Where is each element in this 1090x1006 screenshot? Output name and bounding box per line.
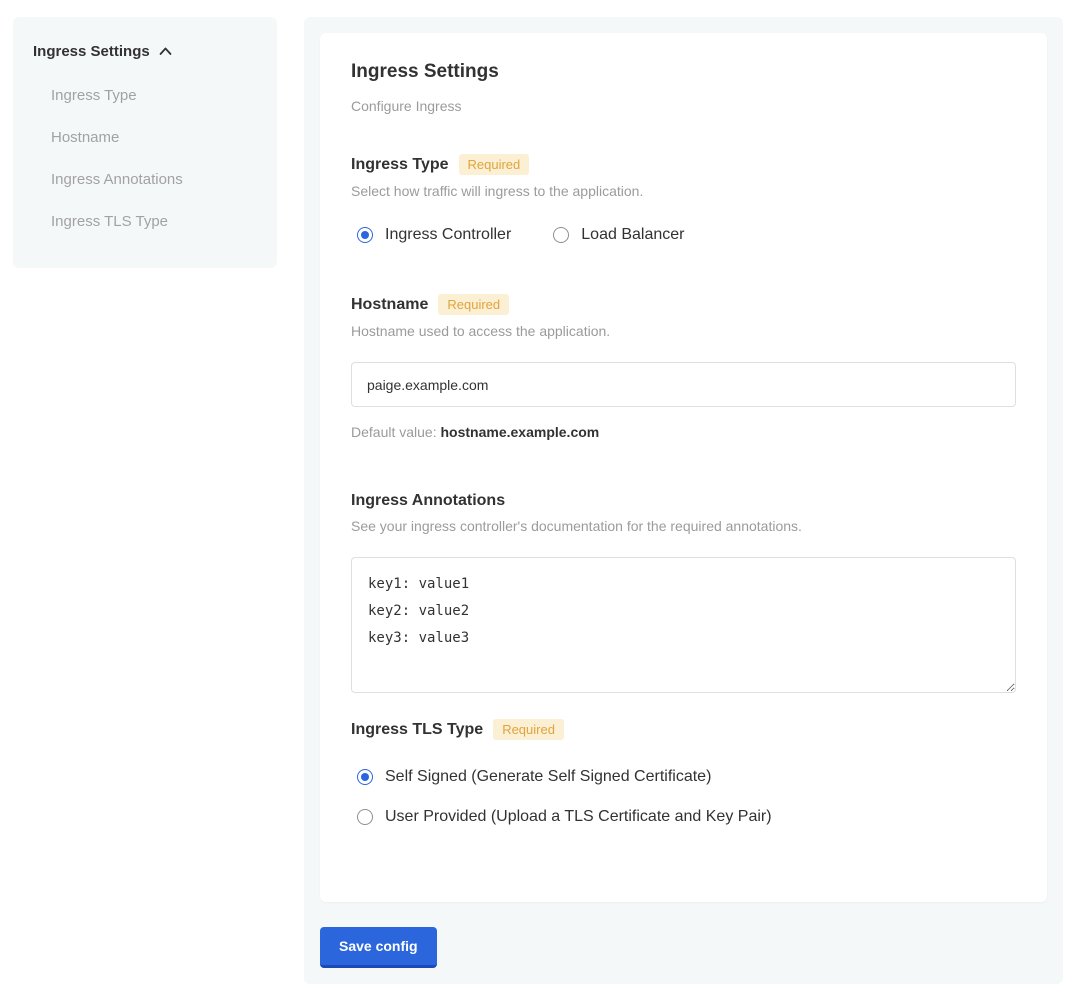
ingress-type-radio-group: Ingress Controller Load Balancer	[351, 226, 1016, 244]
radio-label: User Provided (Upload a TLS Certificate …	[385, 808, 772, 826]
hostname-input[interactable]	[351, 362, 1016, 407]
radio-ingress-controller[interactable]: Ingress Controller	[357, 226, 511, 244]
section-title-hostname: Hostname	[351, 296, 428, 314]
default-value-text: hostname.example.com	[441, 424, 600, 440]
section-hostname-header: Hostname Required	[351, 294, 1016, 315]
section-ingress-annotations: Ingress Annotations See your ingress con…	[351, 492, 1016, 693]
radio-user-provided[interactable]: User Provided (Upload a TLS Certificate …	[357, 808, 1016, 826]
section-hostname: Hostname Required Hostname used to acces…	[351, 294, 1016, 440]
required-badge: Required	[438, 294, 509, 315]
radio-unselected-icon	[357, 809, 373, 825]
sidebar-item-list: Ingress Type Hostname Ingress Annotation…	[51, 88, 257, 230]
config-sidebar: Ingress Settings Ingress Type Hostname I…	[13, 17, 277, 268]
radio-label: Self Signed (Generate Self Signed Certif…	[385, 768, 711, 786]
section-help-ingress-type: Select how traffic will ingress to the a…	[351, 183, 1016, 199]
page: Ingress Settings Ingress Type Hostname I…	[0, 0, 1090, 1006]
section-title-ingress-annotations: Ingress Annotations	[351, 492, 505, 510]
sidebar-group-label: Ingress Settings	[33, 43, 150, 60]
radio-selected-icon	[357, 769, 373, 785]
section-help-ingress-annotations: See your ingress controller's documentat…	[351, 518, 1016, 534]
config-panel: Ingress Settings Configure Ingress Ingre…	[304, 17, 1063, 984]
sidebar-item-ingress-type[interactable]: Ingress Type	[51, 88, 257, 104]
section-title-ingress-type: Ingress Type	[351, 156, 449, 174]
card-subtitle: Configure Ingress	[351, 98, 1016, 114]
section-annotations-header: Ingress Annotations	[351, 492, 1016, 510]
radio-self-signed[interactable]: Self Signed (Generate Self Signed Certif…	[357, 768, 1016, 786]
sidebar-group-ingress-settings[interactable]: Ingress Settings	[33, 43, 257, 60]
radio-label: Load Balancer	[581, 226, 684, 244]
section-ingress-type-header: Ingress Type Required	[351, 154, 1016, 175]
sidebar-item-ingress-annotations[interactable]: Ingress Annotations	[51, 172, 257, 188]
default-value-prefix: Default value:	[351, 424, 437, 440]
hostname-default-value: Default value: hostname.example.com	[351, 424, 1016, 440]
radio-label: Ingress Controller	[385, 226, 511, 244]
save-config-button[interactable]: Save config	[320, 927, 437, 968]
sidebar-item-hostname[interactable]: Hostname	[51, 130, 257, 146]
card-title: Ingress Settings	[351, 61, 1016, 83]
tls-type-radio-group: Self Signed (Generate Self Signed Certif…	[351, 768, 1016, 826]
ingress-annotations-textarea[interactable]: key1: value1 key2: value2 key3: value3	[351, 557, 1016, 693]
required-badge: Required	[459, 154, 530, 175]
section-ingress-tls-type: Ingress TLS Type Required Self Signed (G…	[351, 719, 1016, 826]
radio-unselected-icon	[553, 227, 569, 243]
section-tls-header: Ingress TLS Type Required	[351, 719, 1016, 740]
config-card: Ingress Settings Configure Ingress Ingre…	[320, 33, 1047, 902]
required-badge: Required	[493, 719, 564, 740]
radio-selected-icon	[357, 227, 373, 243]
radio-load-balancer[interactable]: Load Balancer	[553, 226, 684, 244]
section-help-hostname: Hostname used to access the application.	[351, 323, 1016, 339]
section-ingress-type: Ingress Type Required Select how traffic…	[351, 154, 1016, 244]
section-title-ingress-tls-type: Ingress TLS Type	[351, 721, 483, 739]
chevron-up-icon	[159, 47, 172, 56]
sidebar-item-ingress-tls-type[interactable]: Ingress TLS Type	[51, 214, 257, 230]
